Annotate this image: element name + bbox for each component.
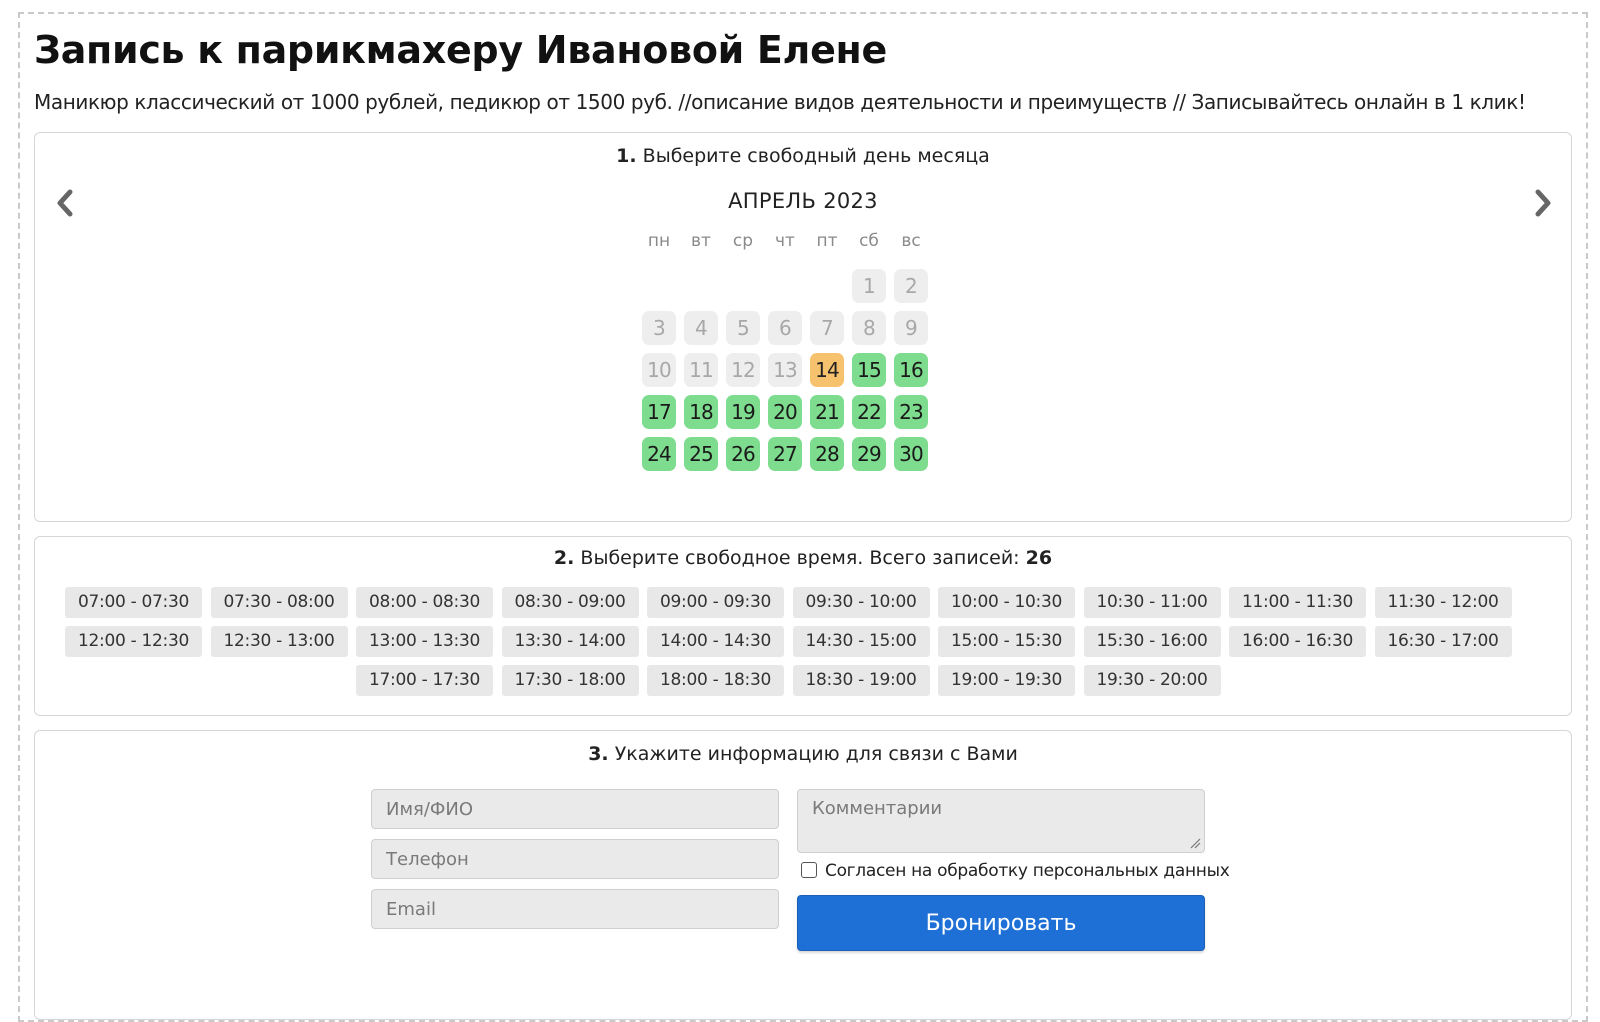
time-slot-button[interactable]: 17:30 - 18:00 — [501, 665, 639, 696]
calendar-day-6: 6 — [768, 311, 802, 345]
calendar-day-19[interactable]: 19 — [726, 395, 760, 429]
weekday-label: ср — [732, 231, 754, 251]
calendar-day-16[interactable]: 16 — [894, 353, 928, 387]
time-slot-button[interactable]: 09:30 - 10:00 — [792, 587, 930, 618]
consent-label: Согласен на обработку персональных данны… — [825, 861, 1230, 881]
consent-checkbox[interactable] — [801, 862, 817, 878]
calendar-day-14[interactable]: 14 — [810, 353, 844, 387]
book-button[interactable]: Бронировать — [797, 895, 1205, 951]
calendar-day-10: 10 — [642, 353, 676, 387]
calendar-day-23[interactable]: 23 — [894, 395, 928, 429]
calendar-day-13: 13 — [768, 353, 802, 387]
time-slot-button[interactable]: 11:30 - 12:00 — [1374, 587, 1512, 618]
contact-panel: 3. Укажите информацию для связи с Вами С… — [34, 730, 1572, 1020]
time-slot-button[interactable]: 10:30 - 11:00 — [1083, 587, 1221, 618]
page-title: Запись к парикмахеру Ивановой Елене — [34, 28, 887, 72]
time-slot-button[interactable]: 13:00 - 13:30 — [356, 626, 493, 657]
time-slot-button[interactable]: 07:00 - 07:30 — [65, 587, 202, 618]
calendar-day-30[interactable]: 30 — [894, 437, 928, 471]
time-slot-button[interactable]: 08:30 - 09:00 — [501, 587, 639, 618]
phone-field[interactable] — [371, 839, 779, 879]
calendar-day-24[interactable]: 24 — [642, 437, 676, 471]
chevron-right-icon — [1535, 189, 1551, 217]
time-slot-button[interactable]: 16:30 - 17:00 — [1374, 626, 1512, 657]
time-slot-button[interactable]: 08:00 - 08:30 — [356, 587, 493, 618]
time-slot-button[interactable]: 12:00 - 12:30 — [65, 626, 202, 657]
calendar-day-21[interactable]: 21 — [810, 395, 844, 429]
calendar-days-grid: 1 2 3 4 5 6 7 8 9 10 11 12 13 14 15 16 17 18 19 20 21 22 23 24 2… — [642, 269, 942, 479]
time-slot-button[interactable]: 19:30 - 20:00 — [1083, 665, 1221, 696]
comment-field[interactable] — [797, 789, 1205, 853]
time-slot-button[interactable]: 16:00 - 16:30 — [1229, 626, 1366, 657]
weekday-header: пн вт ср чт пт сб вс — [642, 231, 942, 255]
time-slot-button[interactable]: 15:00 - 15:30 — [938, 626, 1075, 657]
calendar-day-18[interactable]: 18 — [684, 395, 718, 429]
calendar-step-heading: 1. Выберите свободный день месяца — [35, 145, 1571, 167]
calendar-step-number: 1. — [616, 145, 637, 167]
weekday-label: чт — [775, 231, 795, 251]
time-slot-button[interactable]: 18:00 - 18:30 — [647, 665, 784, 696]
contact-step-label: Укажите информацию для связи с Вами — [614, 743, 1018, 765]
page-description: Маникюр классический от 1000 рублей, пед… — [34, 90, 1526, 114]
time-slot-button[interactable]: 07:30 - 08:00 — [210, 587, 348, 618]
calendar-day-28[interactable]: 28 — [810, 437, 844, 471]
calendar-day-4: 4 — [684, 311, 718, 345]
contact-step-number: 3. — [588, 743, 609, 765]
time-slot-button[interactable]: 15:30 - 16:00 — [1083, 626, 1221, 657]
calendar-day-22[interactable]: 22 — [852, 395, 886, 429]
weekday-label: пн — [647, 231, 671, 251]
calendar-day-26[interactable]: 26 — [726, 437, 760, 471]
calendar-day-12: 12 — [726, 353, 760, 387]
time-slot-button[interactable]: 10:00 - 10:30 — [938, 587, 1075, 618]
time-slot-button[interactable]: 14:30 - 15:00 — [792, 626, 930, 657]
total-count: 26 — [1025, 547, 1053, 569]
time-slot-button[interactable]: 17:00 - 17:30 — [356, 665, 493, 696]
time-slot-button[interactable]: 13:30 - 14:00 — [501, 626, 639, 657]
calendar-day-3: 3 — [642, 311, 676, 345]
time-slot-button[interactable]: 18:30 - 19:00 — [792, 665, 930, 696]
resize-grip-icon[interactable] — [1189, 837, 1201, 849]
calendar-day-20[interactable]: 20 — [768, 395, 802, 429]
time-slots-grid: 07:00 - 07:30 07:30 - 08:00 08:00 - 08:30 0… — [65, 587, 1543, 707]
calendar-day-2: 2 — [894, 269, 928, 303]
calendar-step-label: Выберите свободный день месяца — [642, 145, 990, 167]
month-label: АПРЕЛЬ 2023 — [728, 189, 878, 213]
calendar-day-1: 1 — [852, 269, 886, 303]
weekday-label: вт — [691, 231, 711, 251]
calendar-day-7: 7 — [810, 311, 844, 345]
time-slot-button[interactable]: 12:30 - 13:00 — [210, 626, 348, 657]
calendar-day-11: 11 — [684, 353, 718, 387]
time-step-label: Выберите свободное время. Всего записей: — [580, 547, 1020, 569]
time-step-number: 2. — [553, 547, 575, 569]
calendar-day-17[interactable]: 17 — [642, 395, 676, 429]
time-panel: 2. Выберите свободное время. Всего запис… — [34, 536, 1572, 716]
time-slot-button[interactable]: 09:00 - 09:30 — [647, 587, 784, 618]
calendar-day-9: 9 — [894, 311, 928, 345]
calendar-day-15[interactable]: 15 — [852, 353, 886, 387]
weekday-label: сб — [859, 231, 879, 251]
time-slot-button[interactable]: 19:00 - 19:30 — [938, 665, 1075, 696]
calendar-day-27[interactable]: 27 — [768, 437, 802, 471]
contact-step-heading: 3. Укажите информацию для связи с Вами — [35, 743, 1571, 765]
calendar-day-5: 5 — [726, 311, 760, 345]
weekday-label: пт — [816, 231, 838, 251]
calendar-panel: 1. Выберите свободный день месяца АПРЕЛЬ… — [34, 132, 1572, 522]
weekday-label: вс — [901, 231, 921, 251]
time-slot-button[interactable]: 11:00 - 11:30 — [1229, 587, 1366, 618]
calendar-day-29[interactable]: 29 — [852, 437, 886, 471]
name-field[interactable] — [371, 789, 779, 829]
email-field[interactable] — [371, 889, 779, 929]
calendar-day-8: 8 — [852, 311, 886, 345]
time-slot-button[interactable]: 14:00 - 14:30 — [647, 626, 784, 657]
time-step-heading: 2. Выберите свободное время. Всего запис… — [35, 547, 1571, 569]
next-month-button[interactable] — [1529, 185, 1557, 221]
calendar-day-25[interactable]: 25 — [684, 437, 718, 471]
